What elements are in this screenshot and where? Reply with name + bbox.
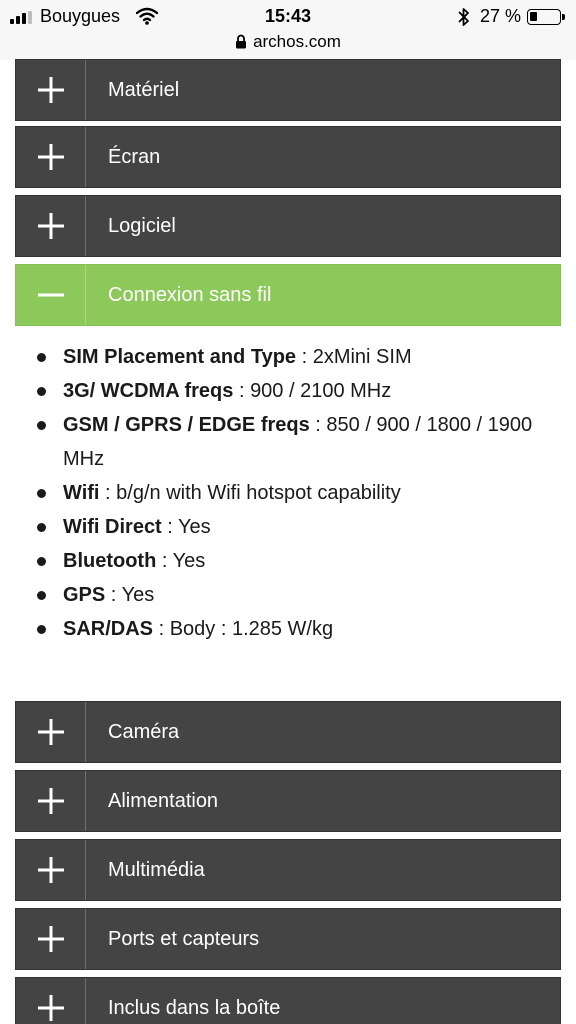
spec-item: Wifi : b/g/n with Wifi hotspot capabilit…: [0, 476, 576, 510]
plus-icon[interactable]: [16, 702, 86, 762]
plus-icon[interactable]: [16, 127, 86, 187]
plus-icon[interactable]: [16, 771, 86, 831]
accordion-label: Caméra: [108, 720, 180, 743]
spec-key: Bluetooth: [63, 550, 157, 572]
plus-icon[interactable]: [16, 909, 86, 969]
spec-key: Wifi: [63, 482, 100, 504]
accordion-header-materiel[interactable]: Matériel: [15, 59, 561, 121]
lock-icon: [236, 34, 247, 49]
accordion-header-inclus-dans-la-boite[interactable]: Inclus dans la boîte: [15, 977, 561, 1024]
url-text: archos.com: [253, 32, 341, 51]
spec-key: Wifi Direct: [63, 516, 162, 538]
accordion-header-connexion-sans-fil[interactable]: Connexion sans fil: [15, 264, 561, 326]
accordion-header-logiciel[interactable]: Logiciel: [15, 195, 561, 257]
battery-level: [530, 12, 537, 21]
battery-icon: [527, 9, 565, 25]
bullet-icon: [37, 353, 46, 362]
accordion-label: Inclus dans la boîte: [108, 996, 281, 1019]
spec-item: SIM Placement and Type : 2xMini SIM: [0, 340, 576, 374]
spec-key: 3G/ WCDMA freqs: [63, 380, 234, 402]
spec-value: Yes: [178, 516, 211, 538]
address-bar[interactable]: archos.com: [0, 32, 576, 54]
bluetooth-icon: [458, 8, 469, 26]
accordion-label: Ports et capteurs: [108, 927, 260, 950]
status-bar: Bouygues 15:43 27 % archos.com: [0, 0, 576, 60]
accordion-header-multimedia[interactable]: Multimédia: [15, 839, 561, 901]
bullet-icon: [37, 489, 46, 498]
accordion-label: Multimédia: [108, 858, 205, 881]
spec-value: 900 / 2100 MHz: [250, 380, 392, 402]
spec-key: GSM / GPRS / EDGE freqs: [63, 414, 310, 436]
plus-icon[interactable]: [16, 196, 86, 256]
spec-item: GPS : Yes: [0, 578, 576, 612]
spec-item: Wifi Direct : Yes: [0, 510, 576, 544]
plus-icon[interactable]: [16, 978, 86, 1024]
spec-key: SIM Placement and Type: [63, 346, 297, 368]
accordion-panel-connexion-sans-fil: SIM Placement and Type : 2xMini SIM 3G/ …: [0, 340, 576, 646]
bullet-icon: [37, 387, 46, 396]
accordion-header-ecran[interactable]: Écran: [15, 126, 561, 188]
spec-item: Bluetooth : Yes: [0, 544, 576, 578]
spec-key: SAR/DAS: [63, 618, 154, 640]
accordion-label: Matériel: [108, 78, 180, 101]
plus-icon[interactable]: [16, 840, 86, 900]
minus-icon[interactable]: [16, 265, 86, 325]
accordion-header-alimentation[interactable]: Alimentation: [15, 770, 561, 832]
spec-item: GSM / GPRS / EDGE freqs : 850 / 900 / 18…: [0, 408, 576, 476]
bullet-icon: [37, 421, 46, 430]
bullet-icon: [37, 523, 46, 532]
spec-item: 3G/ WCDMA freqs : 900 / 2100 MHz: [0, 374, 576, 408]
spec-value: Body : 1.285 W/kg: [169, 618, 334, 640]
spec-value: Yes: [172, 550, 206, 572]
accordion-header-camera[interactable]: Caméra: [15, 701, 561, 763]
spec-value: b/g/n with Wifi hotspot capability: [116, 482, 401, 504]
plus-icon[interactable]: [16, 60, 86, 120]
bullet-icon: [37, 625, 46, 634]
spec-value: 2xMini SIM: [312, 346, 412, 368]
battery-percent: 27 %: [480, 6, 522, 26]
accordion-label: Alimentation: [108, 789, 219, 812]
spec-value: Yes: [121, 584, 155, 606]
bullet-icon: [37, 591, 46, 600]
accordion-label: Logiciel: [108, 214, 176, 237]
bullet-icon: [37, 557, 46, 566]
spec-item: SAR/DAS : Body : 1.285 W/kg: [0, 612, 576, 646]
spec-list: SIM Placement and Type : 2xMini SIM 3G/ …: [0, 340, 576, 646]
spec-key: GPS: [63, 584, 106, 606]
accordion-label: Connexion sans fil: [108, 283, 272, 306]
accordion-label: Écran: [108, 145, 161, 168]
accordion-header-ports-et-capteurs[interactable]: Ports et capteurs: [15, 908, 561, 970]
